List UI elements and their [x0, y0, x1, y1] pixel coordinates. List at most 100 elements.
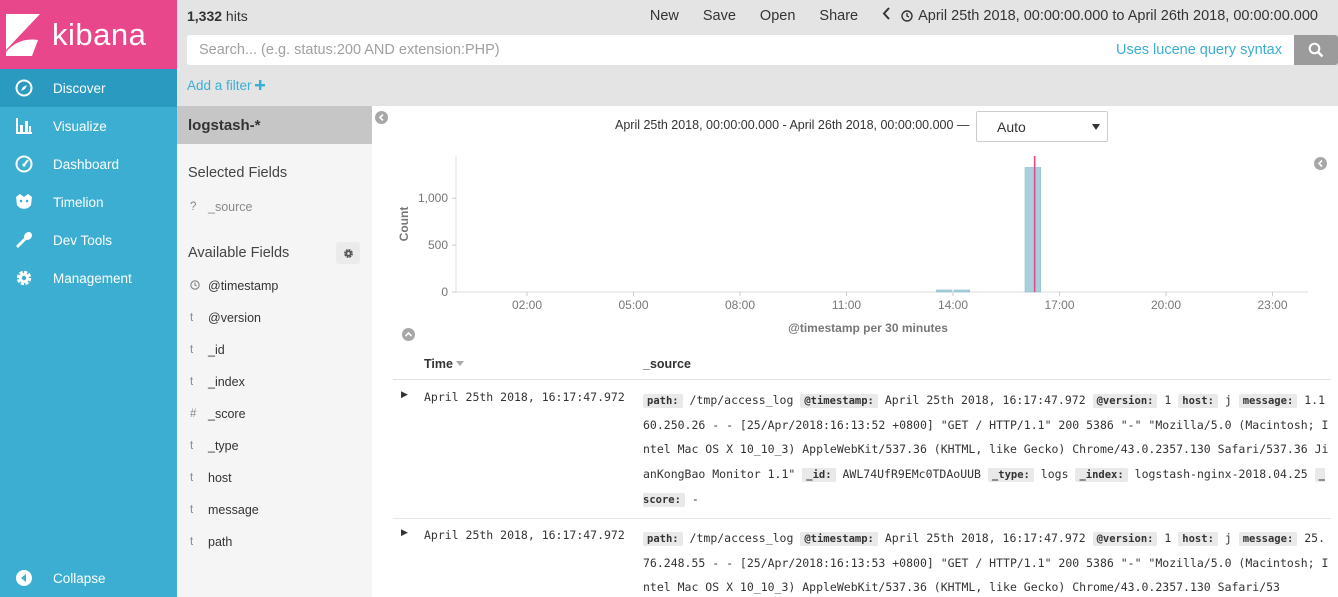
field-name: _source — [208, 200, 253, 214]
timelion-icon — [13, 192, 35, 212]
kibana-logo[interactable]: kibana — [0, 0, 177, 69]
nav-dashboard[interactable]: Dashboard — [0, 145, 177, 183]
field-item-id[interactable]: t _id — [177, 334, 372, 366]
field-name: _id — [208, 343, 225, 357]
x-axis-title: @timestamp per 30 minutes — [788, 321, 948, 335]
hits-number: 1,332 — [187, 8, 223, 24]
expand-row-icon[interactable]: ▶ — [401, 389, 408, 400]
y-tick-label: 500 — [428, 238, 448, 252]
histogram-range-text: April 25th 2018, 00:00:00.000 - April 26… — [615, 118, 970, 132]
source-value: j — [1224, 531, 1232, 545]
new-button[interactable]: New — [650, 8, 679, 24]
source-value: /tmp/access_log — [689, 393, 794, 407]
side-nav: kibana Discover Visualize Dashboard Time… — [0, 0, 177, 597]
nav-discover[interactable]: Discover — [0, 69, 177, 107]
row-source: path: /tmp/access_log @timestamp: April … — [643, 526, 1331, 597]
field-name: @version — [208, 311, 261, 325]
selected-fields-title: Selected Fields — [188, 165, 288, 181]
source-key: path: — [643, 532, 683, 546]
nav-dev-tools[interactable]: Dev Tools — [0, 221, 177, 259]
expand-row-icon[interactable]: ▶ — [401, 527, 408, 538]
collapse-label: Collapse — [53, 570, 106, 586]
source-column-header: _source — [643, 356, 691, 371]
field-item-host[interactable]: t host — [177, 462, 372, 494]
source-key: message: — [1238, 532, 1298, 546]
kibana-logo-icon — [6, 13, 40, 56]
x-tick-label: 20:00 — [1151, 298, 1181, 312]
field-settings-button[interactable] — [336, 242, 360, 264]
clock-icon — [190, 279, 208, 293]
search-button[interactable] — [1294, 35, 1338, 65]
save-button[interactable]: Save — [703, 8, 736, 24]
field-type-number: # — [190, 408, 197, 420]
share-button[interactable]: Share — [819, 8, 858, 24]
field-item-message[interactable]: t message — [177, 494, 372, 526]
search-icon — [1308, 42, 1324, 58]
field-name: _score — [208, 407, 246, 421]
source-key: @timestamp: — [800, 394, 878, 408]
x-tick-label: 23:00 — [1257, 298, 1287, 312]
histogram-chart[interactable]: 0 500 1,000 02:00 05:00 08:00 11:00 14:00 17:00 2… — [372, 146, 1332, 346]
nav-label: Dashboard — [53, 156, 120, 172]
field-item-score[interactable]: # _score — [177, 398, 372, 430]
chevron-left-icon[interactable] — [882, 7, 891, 25]
row-time: April 25th 2018, 16:17:47.972 — [424, 528, 625, 542]
search-bar: Uses lucene query syntax — [187, 35, 1294, 65]
field-name: @timestamp — [208, 279, 279, 293]
collapse-chart-button[interactable] — [402, 328, 415, 341]
discover-main: April 25th 2018, 00:00:00.000 - April 26… — [372, 106, 1338, 597]
x-tick-label: 02:00 — [512, 298, 542, 312]
x-tick-label: 14:00 — [938, 298, 968, 312]
nav-label: Dev Tools — [53, 232, 113, 248]
field-item-timestamp[interactable]: @timestamp — [177, 270, 372, 302]
caret-down-icon — [1092, 123, 1100, 130]
time-header-label: Time — [424, 356, 453, 371]
wrench-icon — [13, 230, 35, 250]
source-value: AWL74UfR9EMc0TDAoUUB — [842, 466, 981, 481]
gauge-icon — [13, 154, 35, 174]
source-key: host: — [1178, 532, 1218, 546]
field-type-string: t — [190, 376, 194, 388]
nav-timelion[interactable]: Timelion — [0, 183, 177, 221]
field-name: _index — [208, 375, 245, 389]
interval-select[interactable]: Auto — [976, 111, 1108, 142]
nav-management[interactable]: Management — [0, 259, 177, 297]
field-name: _type — [208, 439, 239, 453]
field-type-string: t — [190, 440, 194, 452]
plus-icon — [255, 78, 266, 93]
lucene-syntax-link[interactable]: Uses lucene query syntax — [1116, 42, 1282, 58]
source-value: 1 — [1164, 531, 1172, 545]
field-type-string: t — [190, 344, 194, 356]
field-item-version[interactable]: t @version — [177, 302, 372, 334]
collapse-sidebar-button[interactable] — [375, 111, 388, 124]
field-name: message — [208, 503, 259, 517]
collapse-icon — [13, 568, 35, 588]
source-key: _type: — [987, 467, 1034, 482]
field-item-index[interactable]: t _index — [177, 366, 372, 398]
field-type-string: t — [190, 472, 194, 484]
collapse-button[interactable]: Collapse — [0, 559, 177, 597]
field-item-source[interactable]: ? _source — [177, 191, 372, 223]
source-value: April 25th 2018, 16:17:47.972 — [884, 531, 1086, 545]
source-value: April 25th 2018, 16:17:47.972 — [884, 393, 1086, 407]
search-input[interactable] — [187, 36, 1116, 64]
y-axis-title: Count — [397, 207, 411, 242]
logo-text: kibana — [52, 16, 147, 52]
field-type-string: t — [190, 536, 194, 548]
index-pattern-selector[interactable]: logstash-* — [177, 106, 372, 144]
nav-label: Timelion — [53, 194, 104, 210]
hits-label: hits — [222, 8, 248, 24]
time-column-header[interactable]: Time — [424, 357, 643, 371]
nav-visualize[interactable]: Visualize — [0, 107, 177, 145]
histogram-bar — [1024, 167, 1042, 293]
source-key: path: — [643, 394, 683, 408]
add-filter-link[interactable]: Add a filter — [187, 78, 266, 93]
time-picker[interactable]: April 25th 2018, 00:00:00.000 to April 2… — [901, 8, 1318, 24]
source-key: @version: — [1092, 532, 1158, 546]
open-button[interactable]: Open — [760, 8, 795, 24]
source-key: @version: — [1092, 394, 1158, 408]
field-list-panel: logstash-* Selected Fields ? _source Ava… — [177, 106, 372, 597]
bar-chart-icon — [13, 116, 35, 136]
field-item-type[interactable]: t _type — [177, 430, 372, 462]
field-item-path[interactable]: t path — [177, 526, 372, 558]
